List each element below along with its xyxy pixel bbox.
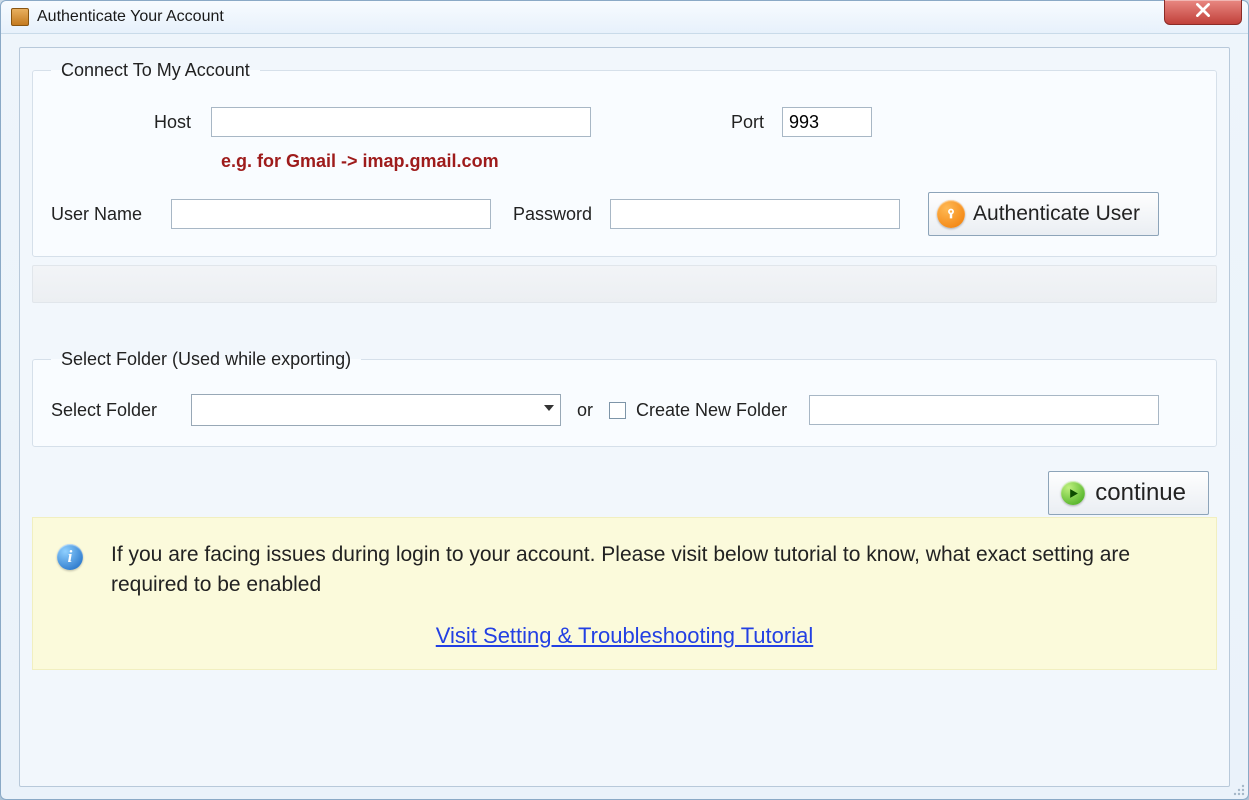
info-text: If you are facing issues during login to… bbox=[111, 540, 1192, 601]
play-icon bbox=[1061, 481, 1085, 505]
connect-legend: Connect To My Account bbox=[51, 60, 260, 81]
create-folder-label: Create New Folder bbox=[636, 400, 787, 421]
window-title: Authenticate Your Account bbox=[37, 8, 224, 26]
new-folder-input[interactable] bbox=[809, 395, 1159, 425]
select-folder-label: Select Folder bbox=[51, 400, 191, 421]
app-window: Authenticate Your Account Connect To My … bbox=[0, 0, 1249, 800]
close-button[interactable] bbox=[1164, 0, 1242, 25]
username-input[interactable] bbox=[171, 199, 491, 229]
authenticate-button[interactable]: Authenticate User bbox=[928, 192, 1159, 236]
info-panel: i If you are facing issues during login … bbox=[32, 517, 1217, 670]
create-folder-checkbox[interactable] bbox=[609, 402, 626, 419]
password-input[interactable] bbox=[610, 199, 900, 229]
info-icon: i bbox=[57, 544, 83, 570]
status-strip bbox=[32, 265, 1217, 303]
close-icon bbox=[1194, 1, 1212, 24]
folder-legend: Select Folder (Used while exporting) bbox=[51, 349, 361, 370]
continue-button-label: continue bbox=[1095, 479, 1186, 507]
select-folder-dropdown[interactable] bbox=[191, 394, 561, 426]
continue-button[interactable]: continue bbox=[1048, 471, 1209, 515]
host-input[interactable] bbox=[211, 107, 591, 137]
resize-grip[interactable] bbox=[1230, 781, 1246, 797]
or-label: or bbox=[577, 400, 593, 421]
host-label: Host bbox=[101, 112, 191, 133]
connect-group: Connect To My Account Host Port e.g. for… bbox=[32, 60, 1217, 257]
client-area: Connect To My Account Host Port e.g. for… bbox=[19, 47, 1230, 787]
title-bar: Authenticate Your Account bbox=[1, 1, 1248, 34]
app-icon bbox=[11, 8, 29, 26]
key-icon bbox=[937, 200, 965, 228]
chevron-down-icon bbox=[542, 400, 556, 420]
password-label: Password bbox=[513, 204, 592, 225]
tutorial-link[interactable]: Visit Setting & Troubleshooting Tutorial bbox=[57, 623, 1192, 649]
host-hint: e.g. for Gmail -> imap.gmail.com bbox=[221, 151, 1198, 172]
folder-group: Select Folder (Used while exporting) Sel… bbox=[32, 349, 1217, 447]
username-label: User Name bbox=[51, 204, 171, 225]
port-input[interactable] bbox=[782, 107, 872, 137]
port-label: Port bbox=[731, 112, 764, 133]
authenticate-button-label: Authenticate User bbox=[973, 202, 1140, 226]
